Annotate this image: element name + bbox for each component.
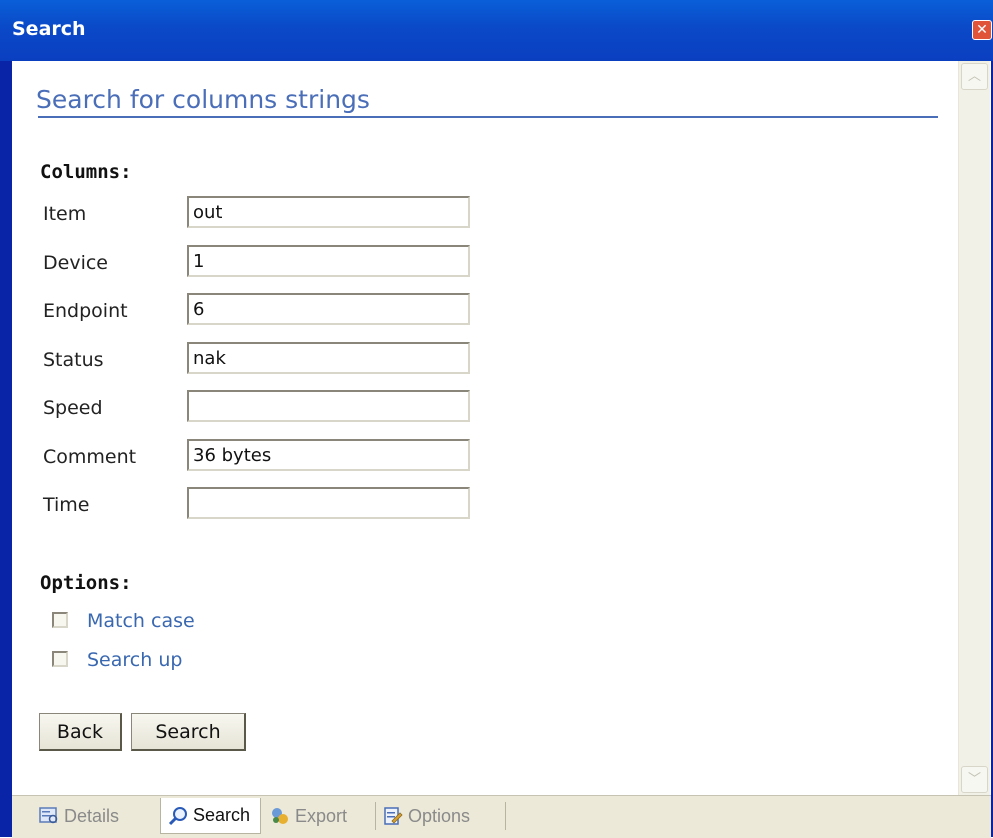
heading-divider: [38, 116, 938, 118]
export-icon: [272, 808, 288, 824]
tab-details-label: Details: [64, 805, 120, 826]
endpoint-field[interactable]: [187, 293, 470, 325]
options-icon: [384, 807, 403, 825]
endpoint-label: Endpoint: [43, 300, 128, 322]
close-icon[interactable]: ✕: [972, 20, 992, 40]
tab-options-label: Options: [408, 805, 471, 826]
tab-separator: [505, 802, 506, 830]
search-up-label[interactable]: Search up: [87, 649, 182, 671]
window-title: Search: [12, 18, 86, 40]
comment-field[interactable]: [187, 439, 470, 471]
content-panel: Search for columns strings Columns: Item…: [12, 61, 991, 795]
back-button[interactable]: Back: [39, 713, 122, 751]
search-window: Search ✕ Search for columns strings Colu…: [0, 0, 993, 838]
options-section-label: Options:: [40, 572, 132, 594]
time-label: Time: [43, 494, 90, 516]
page-heading: Search for columns strings: [36, 85, 370, 114]
search-icon: [168, 806, 187, 825]
device-label: Device: [43, 252, 108, 274]
match-case-label[interactable]: Match case: [87, 610, 195, 632]
time-field[interactable]: [187, 487, 470, 519]
tab-options[interactable]: Options: [378, 798, 508, 834]
scroll-down-icon[interactable]: ﹀: [961, 766, 988, 793]
speed-field[interactable]: [187, 390, 470, 422]
search-up-checkbox[interactable]: [52, 651, 68, 667]
tab-search-label: Search: [193, 805, 251, 825]
title-bar[interactable]: Search ✕: [0, 0, 993, 61]
device-field[interactable]: [187, 245, 470, 277]
vertical-scrollbar[interactable]: ︿ ﹀: [958, 61, 990, 795]
bottom-tab-bar: Details Search Export Options: [12, 795, 991, 838]
details-icon: [39, 807, 58, 824]
status-field[interactable]: [187, 342, 470, 374]
search-button[interactable]: Search: [131, 713, 246, 751]
tab-search[interactable]: Search: [160, 798, 261, 834]
item-label: Item: [43, 203, 87, 225]
tab-separator: [375, 802, 376, 830]
status-label: Status: [43, 349, 104, 371]
columns-section-label: Columns:: [40, 161, 132, 183]
item-field[interactable]: [187, 196, 470, 228]
tab-export[interactable]: Export: [265, 798, 377, 834]
match-case-checkbox[interactable]: [52, 612, 68, 628]
comment-label: Comment: [43, 446, 137, 468]
tab-export-label: Export: [295, 805, 348, 826]
scroll-up-icon[interactable]: ︿: [961, 63, 988, 90]
speed-label: Speed: [43, 397, 103, 419]
tab-details[interactable]: Details: [38, 798, 156, 834]
